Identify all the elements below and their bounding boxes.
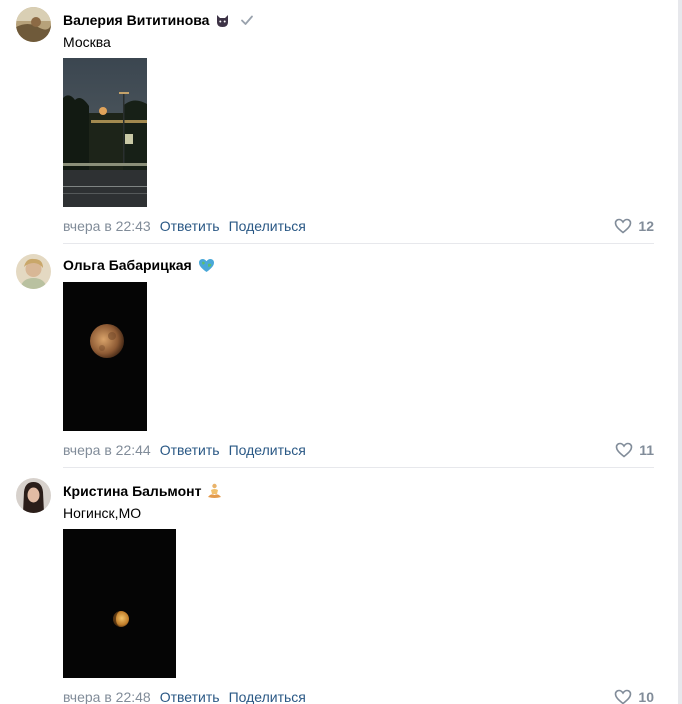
photo-attachment[interactable] — [63, 282, 147, 431]
share-link[interactable]: Поделиться — [229, 218, 306, 234]
comment-separator — [63, 243, 654, 244]
share-link[interactable]: Поделиться — [229, 689, 306, 704]
comment-footer: вчера в 22:44 Ответить Поделиться 11 — [63, 441, 654, 459]
author-name[interactable]: Ольга Бабарицкая — [63, 257, 192, 273]
author-name[interactable]: Валерия Вититинова — [63, 12, 209, 28]
scrollbar-edge[interactable] — [678, 0, 682, 704]
cat-face-emoji-icon — [215, 13, 230, 28]
author-name[interactable]: Кристина Бальмонт — [63, 483, 201, 499]
avatar[interactable] — [16, 478, 51, 513]
author-line: Валерия Вититинова — [63, 11, 254, 29]
like-button[interactable]: 11 — [615, 441, 654, 459]
reply-link[interactable]: Ответить — [160, 442, 220, 458]
like-button[interactable]: 10 — [614, 688, 654, 704]
comment-footer: вчера в 22:43 Ответить Поделиться 12 — [63, 217, 654, 235]
like-count: 11 — [639, 442, 654, 458]
person-lotus-emoji-icon — [207, 483, 222, 499]
like-count: 12 — [638, 218, 654, 234]
reply-link[interactable]: Ответить — [160, 218, 220, 234]
avatar[interactable] — [16, 7, 51, 42]
photo-attachment[interactable] — [63, 529, 176, 678]
comment-date[interactable]: вчера в 22:48 — [63, 689, 151, 704]
comments-page: Валерия Вититинова Москва вчера в 22:43 … — [0, 0, 682, 704]
like-count: 10 — [638, 689, 654, 704]
like-button[interactable]: 12 — [614, 217, 654, 235]
avatar[interactable] — [16, 254, 51, 289]
comment: Кристина Бальмонт Ногинск,МО вчера в 22:… — [0, 468, 660, 704]
heart-icon — [614, 218, 632, 234]
globe-heart-emoji-icon — [198, 258, 215, 273]
checkmark-icon — [240, 13, 254, 27]
author-line: Ольга Бабарицкая — [63, 256, 215, 274]
comment-date[interactable]: вчера в 22:44 — [63, 442, 151, 458]
heart-icon — [615, 442, 633, 458]
comment: Ольга Бабарицкая вчера в 22:44 Ответить … — [0, 245, 660, 468]
share-link[interactable]: Поделиться — [229, 442, 306, 458]
author-line: Кристина Бальмонт — [63, 482, 222, 500]
reply-link[interactable]: Ответить — [160, 689, 220, 704]
comment-text: Москва — [63, 34, 111, 50]
heart-icon — [614, 689, 632, 704]
comment-text: Ногинск,МО — [63, 505, 142, 521]
photo-attachment[interactable] — [63, 58, 147, 207]
comment-date[interactable]: вчера в 22:43 — [63, 218, 151, 234]
comment-footer: вчера в 22:48 Ответить Поделиться 10 — [63, 688, 654, 704]
comment: Валерия Вититинова Москва вчера в 22:43 … — [0, 0, 660, 245]
